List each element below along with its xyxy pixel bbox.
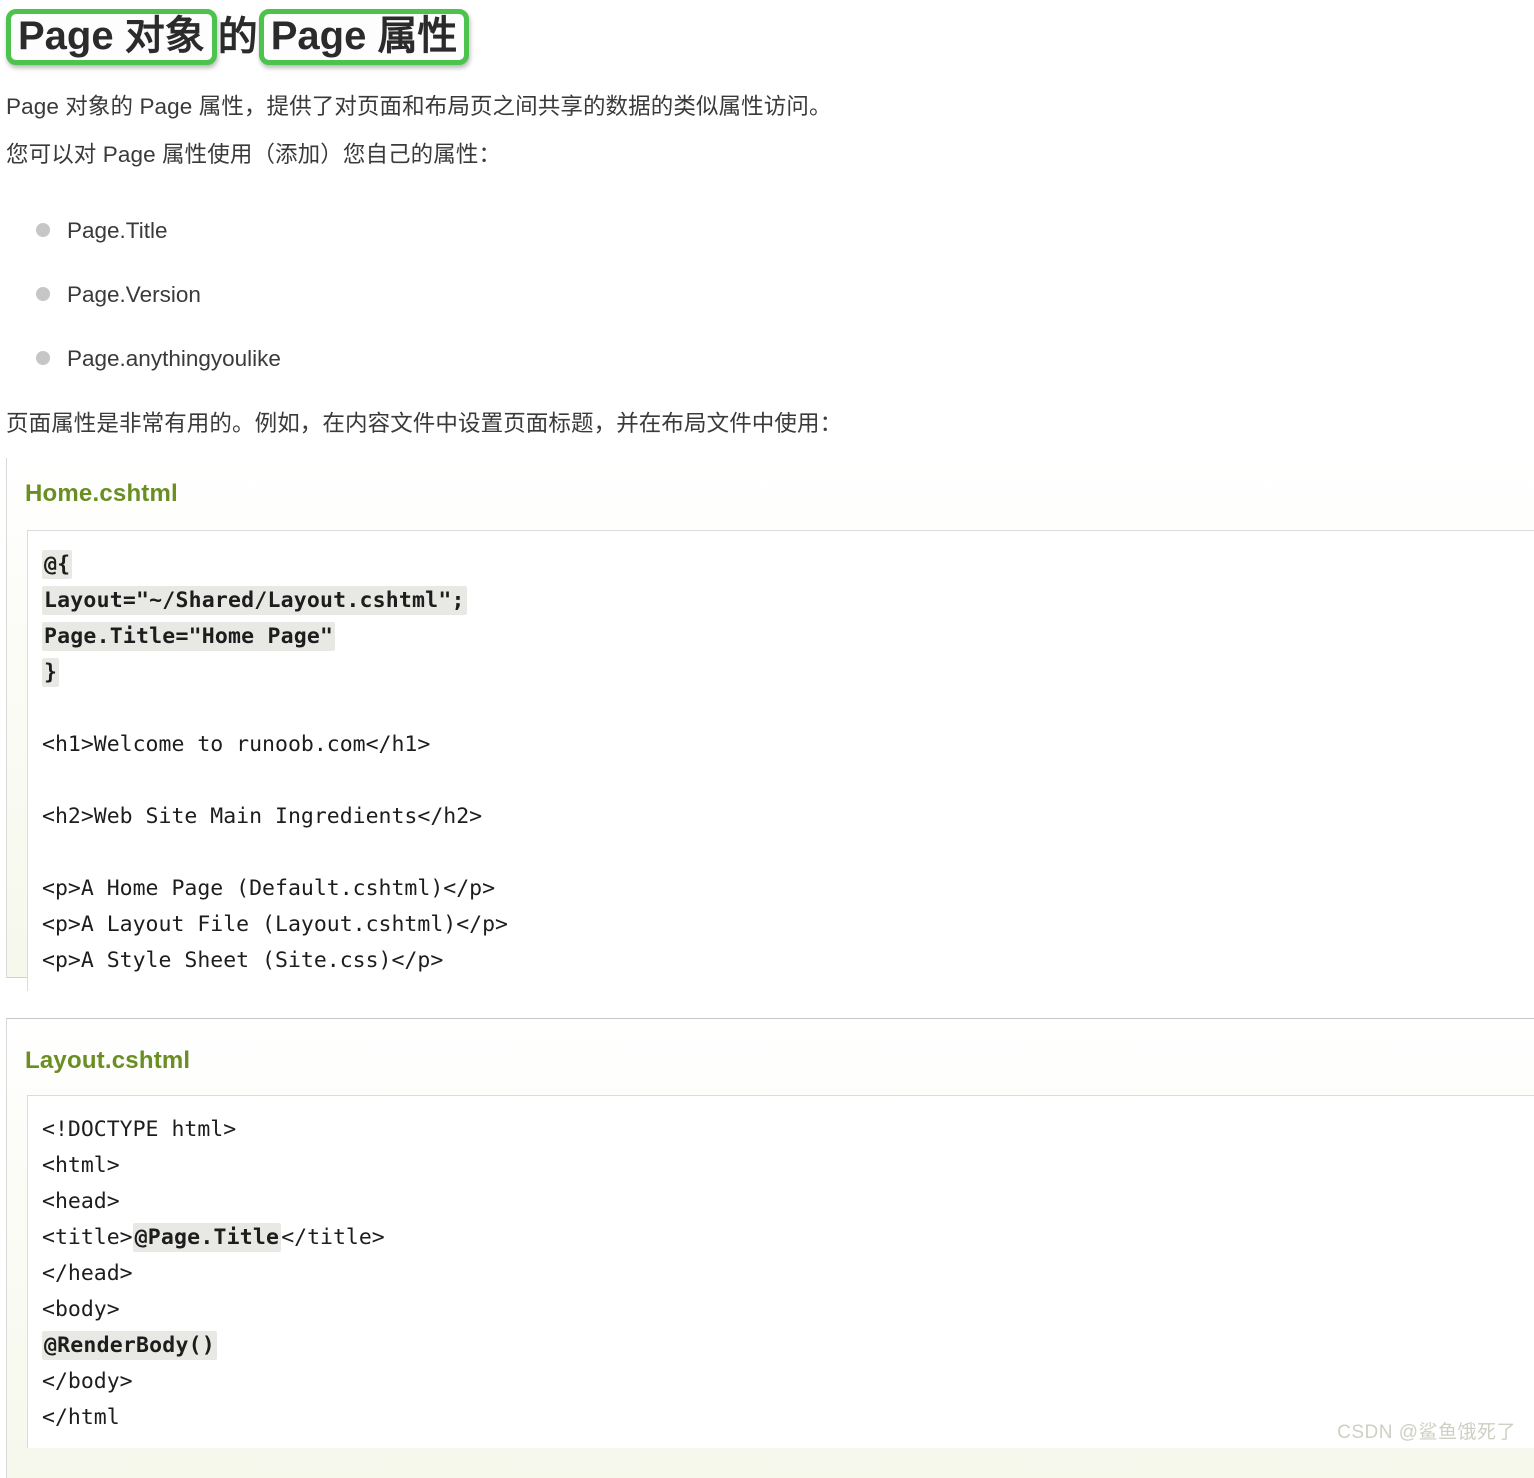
code-text: <p>A Home Page (Default.cshtml)</p>	[42, 876, 496, 901]
code-text: <p>A Layout File (Layout.cshtml)</p>	[42, 912, 508, 937]
code-line: <body>	[42, 1292, 1534, 1328]
code-text: <head>	[42, 1189, 120, 1214]
example-title-home: Home.cshtml	[25, 480, 178, 507]
list-item: Page.Version	[0, 262, 281, 326]
code-line: @RenderBody()	[42, 1328, 1534, 1364]
code-line: <p>A Home Page (Default.cshtml)</p>	[42, 871, 1534, 907]
code-text: <h2>Web Site Main Ingredients</h2>	[42, 804, 483, 829]
code-line: </body>	[42, 1364, 1534, 1400]
code-block-layout[interactable]: <!DOCTYPE html> <html> <head> <title>@Page.…	[27, 1095, 1534, 1448]
code-block-home[interactable]: @{ Layout="~/Shared/Layout.cshtml"; Page.T…	[27, 530, 1534, 991]
usecase-paragraph: 页面属性是非常有用的。例如，在内容文件中设置页面标题，并在布局文件中使用：	[6, 411, 843, 436]
code-line: <p>A Style Sheet (Site.css)</p>	[42, 943, 1534, 979]
title-plain-text: 的	[217, 15, 258, 59]
code-line: <p>A Layout File (Layout.cshtml)</p>	[42, 907, 1534, 943]
list-item-label: Page.Version	[67, 281, 201, 307]
csdn-watermark: CSDN @鲨鱼饿死了	[1337, 1422, 1516, 1443]
code-line: </html	[42, 1400, 1534, 1436]
code-text: </body>	[42, 1369, 133, 1394]
code-text: <body>	[42, 1297, 120, 1322]
list-item: Page.Title	[0, 198, 281, 262]
code-highlight: @Page.Title	[132, 1223, 282, 1252]
page-title: Page 对象的 Page 属性	[0, 0, 1534, 74]
title-highlight-box-1: Page 对象	[6, 9, 217, 65]
code-text: </head>	[42, 1261, 133, 1286]
code-text: <h1>Welcome to runoob.com</h1>	[42, 732, 431, 757]
code-line: <!DOCTYPE html>	[42, 1112, 1534, 1148]
code-line: }	[42, 655, 1534, 691]
bullet-dot-icon	[36, 287, 50, 301]
example-title-layout: Layout.cshtml	[25, 1047, 191, 1074]
code-text: <html>	[42, 1153, 120, 1178]
example-box-layout: Layout.cshtml <!DOCTYPE html> <html> <head…	[6, 1018, 1534, 1478]
list-item-label: Page.anythingyoulike	[67, 345, 281, 371]
code-line: <h1>Welcome to runoob.com</h1>	[42, 727, 1534, 763]
code-text: </title>	[281, 1225, 385, 1250]
intro-paragraph-2: 您可以对 Page 属性使用（添加）您自己的属性：	[6, 142, 502, 167]
code-highlight: @{	[42, 550, 73, 579]
bullet-dot-icon	[36, 223, 50, 237]
code-line: <title>@Page.Title</title>	[42, 1220, 1534, 1256]
code-text: <!DOCTYPE html>	[42, 1117, 237, 1142]
list-item: Page.anythingyoulike	[0, 326, 281, 390]
code-text: </html	[42, 1405, 120, 1430]
code-highlight: Page.Title="Home Page"	[42, 622, 336, 651]
code-line: </head>	[42, 1256, 1534, 1292]
list-item-label: Page.Title	[67, 217, 168, 243]
bullet-dot-icon	[36, 351, 50, 365]
code-highlight: @RenderBody()	[42, 1331, 217, 1360]
code-line: <head>	[42, 1184, 1534, 1220]
page-property-list: Page.Title Page.Version Page.anythingyouli…	[0, 198, 281, 390]
code-text: <title>	[42, 1225, 133, 1250]
title-highlight-box-2: Page 属性	[258, 9, 470, 65]
code-line: <h2>Web Site Main Ingredients</h2>	[42, 799, 1534, 835]
intro-paragraph-1: Page 对象的 Page 属性，提供了对页面和布局页之间共享的数据的类似属性访…	[6, 94, 832, 119]
code-line: @{	[42, 547, 1534, 583]
code-line: Page.Title="Home Page"	[42, 619, 1534, 655]
code-line: Layout="~/Shared/Layout.cshtml";	[42, 583, 1534, 619]
code-highlight: Layout="~/Shared/Layout.cshtml";	[42, 586, 467, 615]
code-line: <html>	[42, 1148, 1534, 1184]
code-text: <p>A Style Sheet (Site.css)</p>	[42, 948, 444, 973]
code-highlight: }	[42, 658, 60, 687]
example-box-home: Home.cshtml @{ Layout="~/Shared/Layout.cs…	[6, 458, 1534, 991]
